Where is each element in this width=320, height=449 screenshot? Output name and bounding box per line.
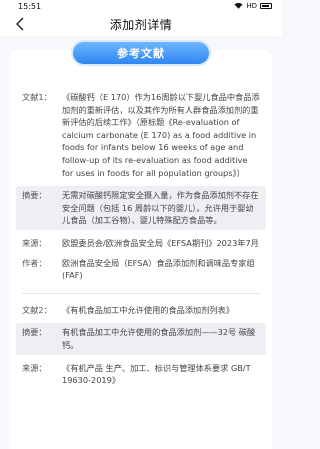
source-text: 《有机产品 生产、加工、标识与管理体系要求 GB/T 19630-2019》 (62, 362, 251, 386)
status-time: 15:51 (18, 1, 42, 11)
abstract-box: 摘要： 有机食品加工中允许使用的食品添加剂——32号 碳酸钙。 (16, 323, 266, 355)
doc-label: 文献2： (22, 304, 52, 315)
section-title: 参考文献 (71, 40, 211, 66)
reference-2: 文献2： 《有机食品加工中允许使用的食品添加剂列表》 (22, 304, 260, 317)
references-card: 参考文献 文献1： 《碳酸钙（E 170）作为16周龄以下婴儿食品中食品添加剂的… (10, 40, 272, 449)
content-area[interactable]: 参考文献 文献1： 《碳酸钙（E 170）作为16周龄以下婴儿食品中食品添加剂的… (0, 36, 282, 449)
author-label: 作者： (22, 257, 47, 268)
abstract-text: 无需对碳酸钙限定安全摄入量，作为食品添加剂不存在安全问题（包括 16 周龄以下的… (62, 190, 259, 226)
source-label: 来源： (22, 237, 47, 248)
doc-label: 文献1： (22, 92, 52, 102)
divider (22, 292, 260, 294)
abstract-label: 摘要： (22, 190, 47, 201)
battery-icon (260, 3, 272, 9)
source-label: 来源： (22, 362, 47, 373)
nav-bar: 添加剂详情 (0, 12, 282, 36)
abstract-text: 有机食品加工中允许使用的食品添加剂——32号 碳酸钙。 (62, 327, 256, 350)
reference-1: 文献1： 《碳酸钙（E 170）作为16周龄以下婴儿食品中食品添加剂的重新评估，… (22, 91, 260, 179)
abstract-label: 摘要： (22, 327, 47, 338)
network-label: HD (246, 2, 257, 10)
doc-text: 《碳酸钙（E 170）作为16周龄以下婴儿食品中食品添加剂的重新评估，以及其作为… (62, 92, 260, 178)
status-bar: 15:51 HD (0, 0, 282, 12)
wifi-icon (234, 2, 243, 11)
back-button[interactable] (10, 14, 30, 34)
author-text: 欧洲食品安全局（EFSA）食品添加剂和调味品专家组 (FAF) (62, 257, 255, 281)
abstract-box: 摘要： 无需对碳酸钙限定安全摄入量，作为食品添加剂不存在安全问题（包括 16 周… (16, 186, 266, 230)
source-text: 欧盟委员会/欧洲食品安全局《EFSA期刊》2023年7月 (62, 237, 259, 248)
author-row: 作者： 欧洲食品安全局（EFSA）食品添加剂和调味品专家组 (FAF) (22, 257, 260, 282)
doc-text: 《有机食品加工中允许使用的食品添加剂列表》 (62, 304, 234, 315)
page-title: 添加剂详情 (109, 17, 173, 32)
source-row: 来源： 《有机产品 生产、加工、标识与管理体系要求 GB/T 19630-201… (22, 362, 260, 387)
status-icons: HD (234, 2, 272, 11)
chevron-left-icon (16, 17, 24, 31)
source-row: 来源： 欧盟委员会/欧洲食品安全局《EFSA期刊》2023年7月 (22, 237, 260, 250)
